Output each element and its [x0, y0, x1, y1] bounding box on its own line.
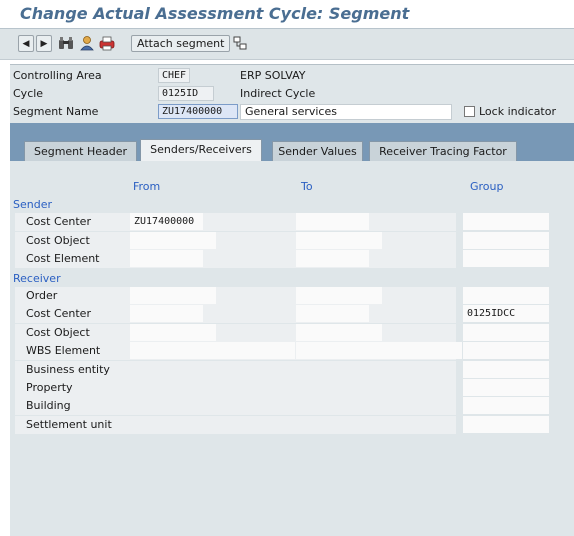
segment-header-area: Controlling Area CHEF ERP SOLVAY Cycle 0… [10, 64, 574, 123]
receiver-property-group[interactable] [463, 379, 549, 396]
segment-name-row: Segment Name ZU17400000 General services… [10, 103, 574, 121]
senders-receivers-panel: From To Group Sender Cost Center ZU17400… [10, 161, 574, 536]
sender-cost-object-to[interactable] [296, 232, 382, 249]
cycle-label: Cycle [13, 87, 44, 100]
row-label: Cost Object [26, 234, 90, 247]
hierarchy-icon[interactable] [231, 34, 249, 52]
sender-section-heading: Sender [13, 198, 52, 211]
receiver-property-row: Property [15, 379, 456, 397]
receiver-order-group[interactable] [463, 287, 549, 304]
segment-description-field[interactable]: General services [240, 104, 452, 120]
receiver-order-to[interactable] [296, 287, 382, 304]
sender-cost-element-group[interactable] [463, 250, 549, 267]
sender-cost-center-to[interactable] [296, 213, 369, 230]
row-label: Cost Element [26, 252, 100, 265]
segment-name-label: Segment Name [13, 105, 99, 118]
cycle-row: Cycle 0125ID Indirect Cycle [10, 85, 574, 103]
receiver-cost-center-group[interactable]: 0125IDCC [463, 305, 549, 322]
sender-cost-element-row: Cost Element [15, 250, 456, 268]
controlling-area-label: Controlling Area [13, 69, 102, 82]
attach-segment-button[interactable]: Attach segment [131, 35, 231, 52]
receiver-section-heading: Receiver [13, 272, 61, 285]
checkbox-icon[interactable] [464, 106, 475, 117]
sender-cost-element-to[interactable] [296, 250, 369, 267]
cycle-field: 0125ID [158, 86, 214, 101]
application-toolbar: ◀ ▶ Attach segment [0, 29, 574, 60]
row-label: Cost Object [26, 326, 90, 339]
tab-strip: Segment Header Senders/Receivers Sender … [10, 123, 574, 161]
receiver-wbs-element-from[interactable] [130, 342, 295, 359]
tab-sender-values[interactable]: Sender Values [272, 141, 363, 161]
receiver-building-row: Building [15, 397, 456, 415]
receiver-cost-object-to[interactable] [296, 324, 382, 341]
column-header-from: From [133, 180, 161, 193]
controlling-area-description: ERP SOLVAY [240, 69, 306, 82]
receiver-cost-center-to[interactable] [296, 305, 369, 322]
receiver-order-from[interactable] [130, 287, 216, 304]
row-label: Order [26, 289, 58, 302]
cycle-description: Indirect Cycle [240, 87, 316, 100]
row-label: Cost Center [26, 215, 91, 228]
receiver-wbs-element-to[interactable] [296, 342, 462, 359]
receiver-cost-object-row: Cost Object [15, 324, 456, 342]
row-label: Settlement unit [26, 418, 112, 431]
sender-cost-object-group[interactable] [463, 232, 549, 249]
tab-segment-header[interactable]: Segment Header [24, 141, 137, 161]
row-label: Business entity [26, 363, 110, 376]
receiver-business-entity-row: Business entity [15, 361, 456, 379]
tab-receiver-tracing-factor[interactable]: Receiver Tracing Factor [369, 141, 517, 161]
sender-cost-element-from[interactable] [130, 250, 203, 267]
page-title: Change Actual Assessment Cycle: Segment [20, 4, 410, 23]
previous-icon[interactable]: ◀ [18, 35, 34, 52]
person-icon[interactable] [78, 34, 96, 52]
sender-cost-center-row: Cost Center [15, 213, 456, 231]
receiver-cost-object-from[interactable] [130, 324, 216, 341]
row-label: Property [26, 381, 73, 394]
row-label: Cost Center [26, 307, 91, 320]
segment-name-field[interactable]: ZU17400000 [158, 104, 238, 119]
receiver-settlement-unit-row: Settlement unit [15, 416, 456, 434]
receiver-wbs-element-group[interactable] [463, 342, 549, 359]
binoculars-icon[interactable] [57, 34, 75, 52]
tab-senders-receivers[interactable]: Senders/Receivers [140, 139, 262, 161]
receiver-cost-object-group[interactable] [463, 324, 549, 341]
sender-cost-object-from[interactable] [130, 232, 216, 249]
receiver-cost-center-from[interactable] [130, 305, 203, 322]
controlling-area-field: CHEF [158, 68, 190, 83]
receiver-building-group[interactable] [463, 397, 549, 414]
print-icon[interactable] [98, 34, 116, 52]
lock-indicator-label: Lock indicator [479, 105, 556, 118]
row-label: WBS Element [26, 344, 101, 357]
next-icon[interactable]: ▶ [36, 35, 52, 52]
controlling-area-row: Controlling Area CHEF ERP SOLVAY [10, 67, 574, 85]
receiver-settlement-unit-group[interactable] [463, 416, 549, 433]
row-label: Building [26, 399, 71, 412]
receiver-order-row: Order [15, 287, 456, 305]
column-header-group: Group [470, 180, 504, 193]
sender-cost-center-group[interactable] [463, 213, 549, 230]
sender-cost-center-from[interactable]: ZU17400000 [130, 213, 203, 230]
receiver-cost-center-row: Cost Center [15, 305, 456, 323]
column-header-to: To [301, 180, 313, 193]
receiver-business-entity-group[interactable] [463, 361, 549, 378]
sender-cost-object-row: Cost Object [15, 232, 456, 250]
title-bar: Change Actual Assessment Cycle: Segment [0, 0, 574, 29]
